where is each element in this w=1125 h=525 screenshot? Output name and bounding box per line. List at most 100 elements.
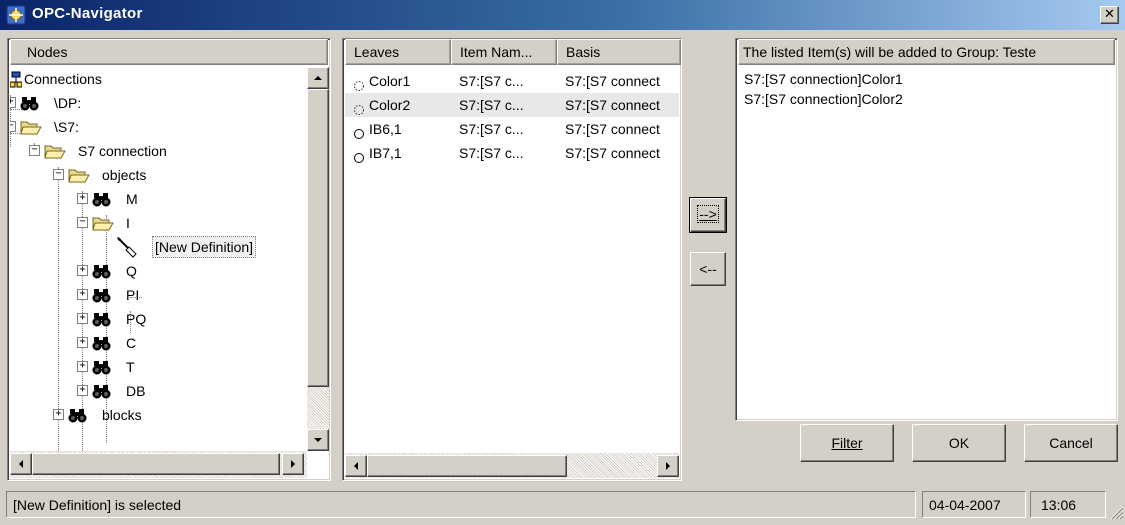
tree-node[interactable]: [New Definition] <box>10 235 306 259</box>
column-header-leaves-label: Leaves <box>354 44 400 60</box>
leaf-row[interactable]: IB6,1 S7:[S7 c... S7:[S7 connect <box>345 117 679 141</box>
nodes-tree[interactable]: Connections + \DP: − \S7: − S7 connection − obje… <box>10 67 306 451</box>
tree-node-label: T <box>126 359 135 375</box>
collapse-icon[interactable]: − <box>29 145 40 156</box>
tree-node[interactable]: Connections <box>10 67 306 91</box>
group-item[interactable]: S7:[S7 connection]Color2 <box>744 89 1114 109</box>
group-items-list[interactable]: S7:[S7 connection]Color1 S7:[S7 connectio… <box>744 69 1114 109</box>
remove-from-group-label: <-- <box>699 261 717 277</box>
arrow-right-icon <box>291 460 295 468</box>
tree-scroll-up-button[interactable] <box>307 67 329 89</box>
leaf-row[interactable]: Color2 S7:[S7 c... S7:[S7 connect <box>345 93 679 117</box>
tree-node-label: I <box>126 215 130 231</box>
opc-navigator-app-icon <box>6 5 26 25</box>
leaf-cell-leaf: Color2 <box>369 97 411 113</box>
leaf-cell-leaf: Color1 <box>369 73 411 89</box>
collapse-icon[interactable]: − <box>53 169 64 180</box>
tree-node[interactable]: + DB <box>10 379 306 403</box>
nodes-header-label: Nodes <box>27 44 68 60</box>
tree-node-label: DB <box>126 383 146 399</box>
leaf-cell-basis: S7:[S7 connect <box>565 97 660 113</box>
collapse-icon[interactable]: − <box>10 121 16 132</box>
tree-node[interactable]: + \DP: <box>10 91 306 115</box>
expand-icon[interactable]: + <box>77 289 88 300</box>
tree-node-label: Q <box>126 263 137 279</box>
tree-scroll-right-button[interactable] <box>282 453 304 475</box>
tree-node[interactable]: + C <box>10 331 306 355</box>
tree-node[interactable]: + blocks <box>10 403 306 427</box>
arrow-down-icon <box>314 438 322 442</box>
collapse-icon[interactable]: − <box>77 217 88 228</box>
tree-scroll-down-button[interactable] <box>307 429 329 451</box>
expand-icon[interactable]: + <box>77 313 88 324</box>
tree-node[interactable]: − S7 connection <box>10 139 306 163</box>
group-item[interactable]: S7:[S7 connection]Color1 <box>744 69 1114 89</box>
expand-icon[interactable]: + <box>10 97 16 108</box>
column-header-item-name[interactable]: Item Nam... <box>451 39 557 65</box>
nodes-column-header[interactable]: Nodes <box>10 39 328 65</box>
expand-icon[interactable]: + <box>53 409 64 420</box>
leaves-hscroll-thumb[interactable] <box>367 455 567 477</box>
group-items-header-label: The listed Item(s) will be added to Grou… <box>743 44 1037 60</box>
leaves-list-panel[interactable]: Leaves Item Nam... Basis Color1 S7:[S7 c.… <box>342 38 682 481</box>
leaf-cell-item-name: S7:[S7 c... <box>459 121 524 137</box>
leaf-cell-leaf: IB6,1 <box>369 121 402 137</box>
tree-hscroll-thumb[interactable] <box>32 453 280 475</box>
leaf-cell-basis: S7:[S7 connect <box>565 121 660 137</box>
tree-node-label: PI <box>126 287 140 303</box>
tree-node[interactable]: + M <box>10 187 306 211</box>
tree-scroll-thumb[interactable] <box>307 89 329 387</box>
resize-grip-icon[interactable] <box>1108 504 1124 520</box>
cancel-button-label: Cancel <box>1049 435 1093 451</box>
tree-node[interactable]: − I <box>10 211 306 235</box>
leaf-row[interactable]: Color1 S7:[S7 c... S7:[S7 connect <box>345 69 679 93</box>
remove-from-group-button[interactable]: <-- <box>690 252 726 286</box>
tree-scroll-left-button[interactable] <box>10 453 32 475</box>
expand-icon[interactable]: + <box>77 265 88 276</box>
leaf-cell-item-name: S7:[S7 c... <box>459 97 524 113</box>
expand-icon[interactable]: + <box>77 385 88 396</box>
tree-node[interactable]: + PQ <box>10 307 306 331</box>
leaf-cell-item-name: S7:[S7 c... <box>459 73 524 89</box>
column-header-basis[interactable]: Basis <box>557 39 681 65</box>
ok-button[interactable]: OK <box>912 424 1006 462</box>
filter-button-label: Filter <box>831 435 863 451</box>
add-to-group-button[interactable]: --> <box>689 197 727 233</box>
close-icon: ✕ <box>1104 7 1115 22</box>
tree-node[interactable]: + Q <box>10 259 306 283</box>
expand-icon[interactable]: + <box>77 193 88 204</box>
cancel-button[interactable]: Cancel <box>1024 424 1118 462</box>
leaf-cell-item-name: S7:[S7 c... <box>459 145 524 161</box>
tree-node[interactable]: + T <box>10 355 306 379</box>
group-items-panel[interactable]: The listed Item(s) will be added to Grou… <box>735 38 1118 421</box>
tree-node[interactable]: + PI <box>10 283 306 307</box>
leaves-scroll-right-button[interactable] <box>657 455 679 477</box>
tree-node-label: \S7: <box>54 119 79 135</box>
expand-icon[interactable]: + <box>77 337 88 348</box>
leaf-cell-leaf: IB7,1 <box>369 145 402 161</box>
close-button[interactable]: ✕ <box>1100 6 1119 24</box>
arrow-right-icon <box>666 462 670 470</box>
tree-node[interactable]: − objects <box>10 163 306 187</box>
filter-button[interactable]: Filter <box>800 424 894 462</box>
tree-node[interactable]: − \S7: <box>10 115 306 139</box>
leaves-scroll-left-button[interactable] <box>345 455 367 477</box>
column-header-leaves[interactable]: Leaves <box>345 39 451 65</box>
title-bar[interactable]: OPC-Navigator ✕ <box>0 0 1125 30</box>
binoculars-icon <box>68 407 88 431</box>
leaf-row[interactable]: IB7,1 S7:[S7 c... S7:[S7 connect <box>345 141 679 165</box>
status-time: 13:06 <box>1030 491 1106 518</box>
leaves-list[interactable]: Color1 S7:[S7 c... S7:[S7 connect Color2 S7:… <box>343 67 679 451</box>
nodes-tree-panel[interactable]: Nodes Connections + \DP: − \S7: − S7 connectio… <box>7 38 331 481</box>
status-message: [New Definition] is selected <box>6 491 916 518</box>
tree-node-label: S7 connection <box>78 143 167 159</box>
tree-node-label: objects <box>102 167 147 183</box>
tree-node-label: C <box>126 335 137 351</box>
expand-icon[interactable]: + <box>77 361 88 372</box>
tree-node-label: \DP: <box>54 95 82 111</box>
group-items-header[interactable]: The listed Item(s) will be added to Grou… <box>738 39 1115 65</box>
window-title: OPC-Navigator <box>32 5 143 22</box>
circle-icon <box>353 147 365 171</box>
arrow-up-icon <box>314 76 322 80</box>
tree-node-label: blocks <box>102 407 142 423</box>
